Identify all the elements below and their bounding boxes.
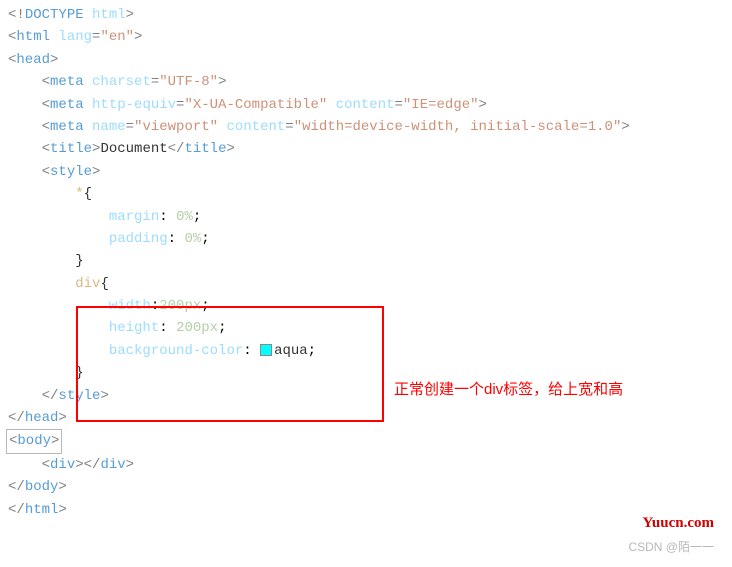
code-line: </head>: [8, 407, 724, 429]
code-line: </html>: [8, 499, 724, 521]
watermark-brand: Yuucn.com: [642, 511, 714, 535]
annotation-text: 正常创建一个div标签，给上宽和高: [394, 378, 623, 402]
code-line: </body>: [8, 476, 724, 498]
code-line: width:200px;: [8, 295, 724, 317]
code-line: padding: 0%;: [8, 228, 724, 250]
watermark-author: CSDN @陌一一: [628, 538, 714, 557]
code-line: <title>Document</title>: [8, 138, 724, 160]
code-line: <!DOCTYPE html>: [8, 4, 724, 26]
code-line: <head>: [8, 49, 724, 71]
code-line: <html lang="en">: [8, 26, 724, 48]
code-line: <meta name="viewport" content="width=dev…: [8, 116, 724, 138]
color-swatch-icon: [260, 344, 272, 356]
code-line: <meta http-equiv="X-UA-Compatible" conte…: [8, 94, 724, 116]
code-line: *{: [8, 183, 724, 205]
code-line: background-color: aqua;: [8, 340, 724, 362]
code-line: div{: [8, 273, 724, 295]
code-editor[interactable]: <!DOCTYPE html> <html lang="en"> <head> …: [0, 0, 732, 525]
cursor-highlight: <body>: [6, 429, 62, 453]
code-line: <meta charset="UTF-8">: [8, 71, 724, 93]
code-line: <div></div>: [8, 454, 724, 476]
code-line: <style>: [8, 161, 724, 183]
code-line: }: [8, 250, 724, 272]
code-line: height: 200px;: [8, 317, 724, 339]
code-line: margin: 0%;: [8, 206, 724, 228]
active-line: <body>: [8, 429, 724, 453]
